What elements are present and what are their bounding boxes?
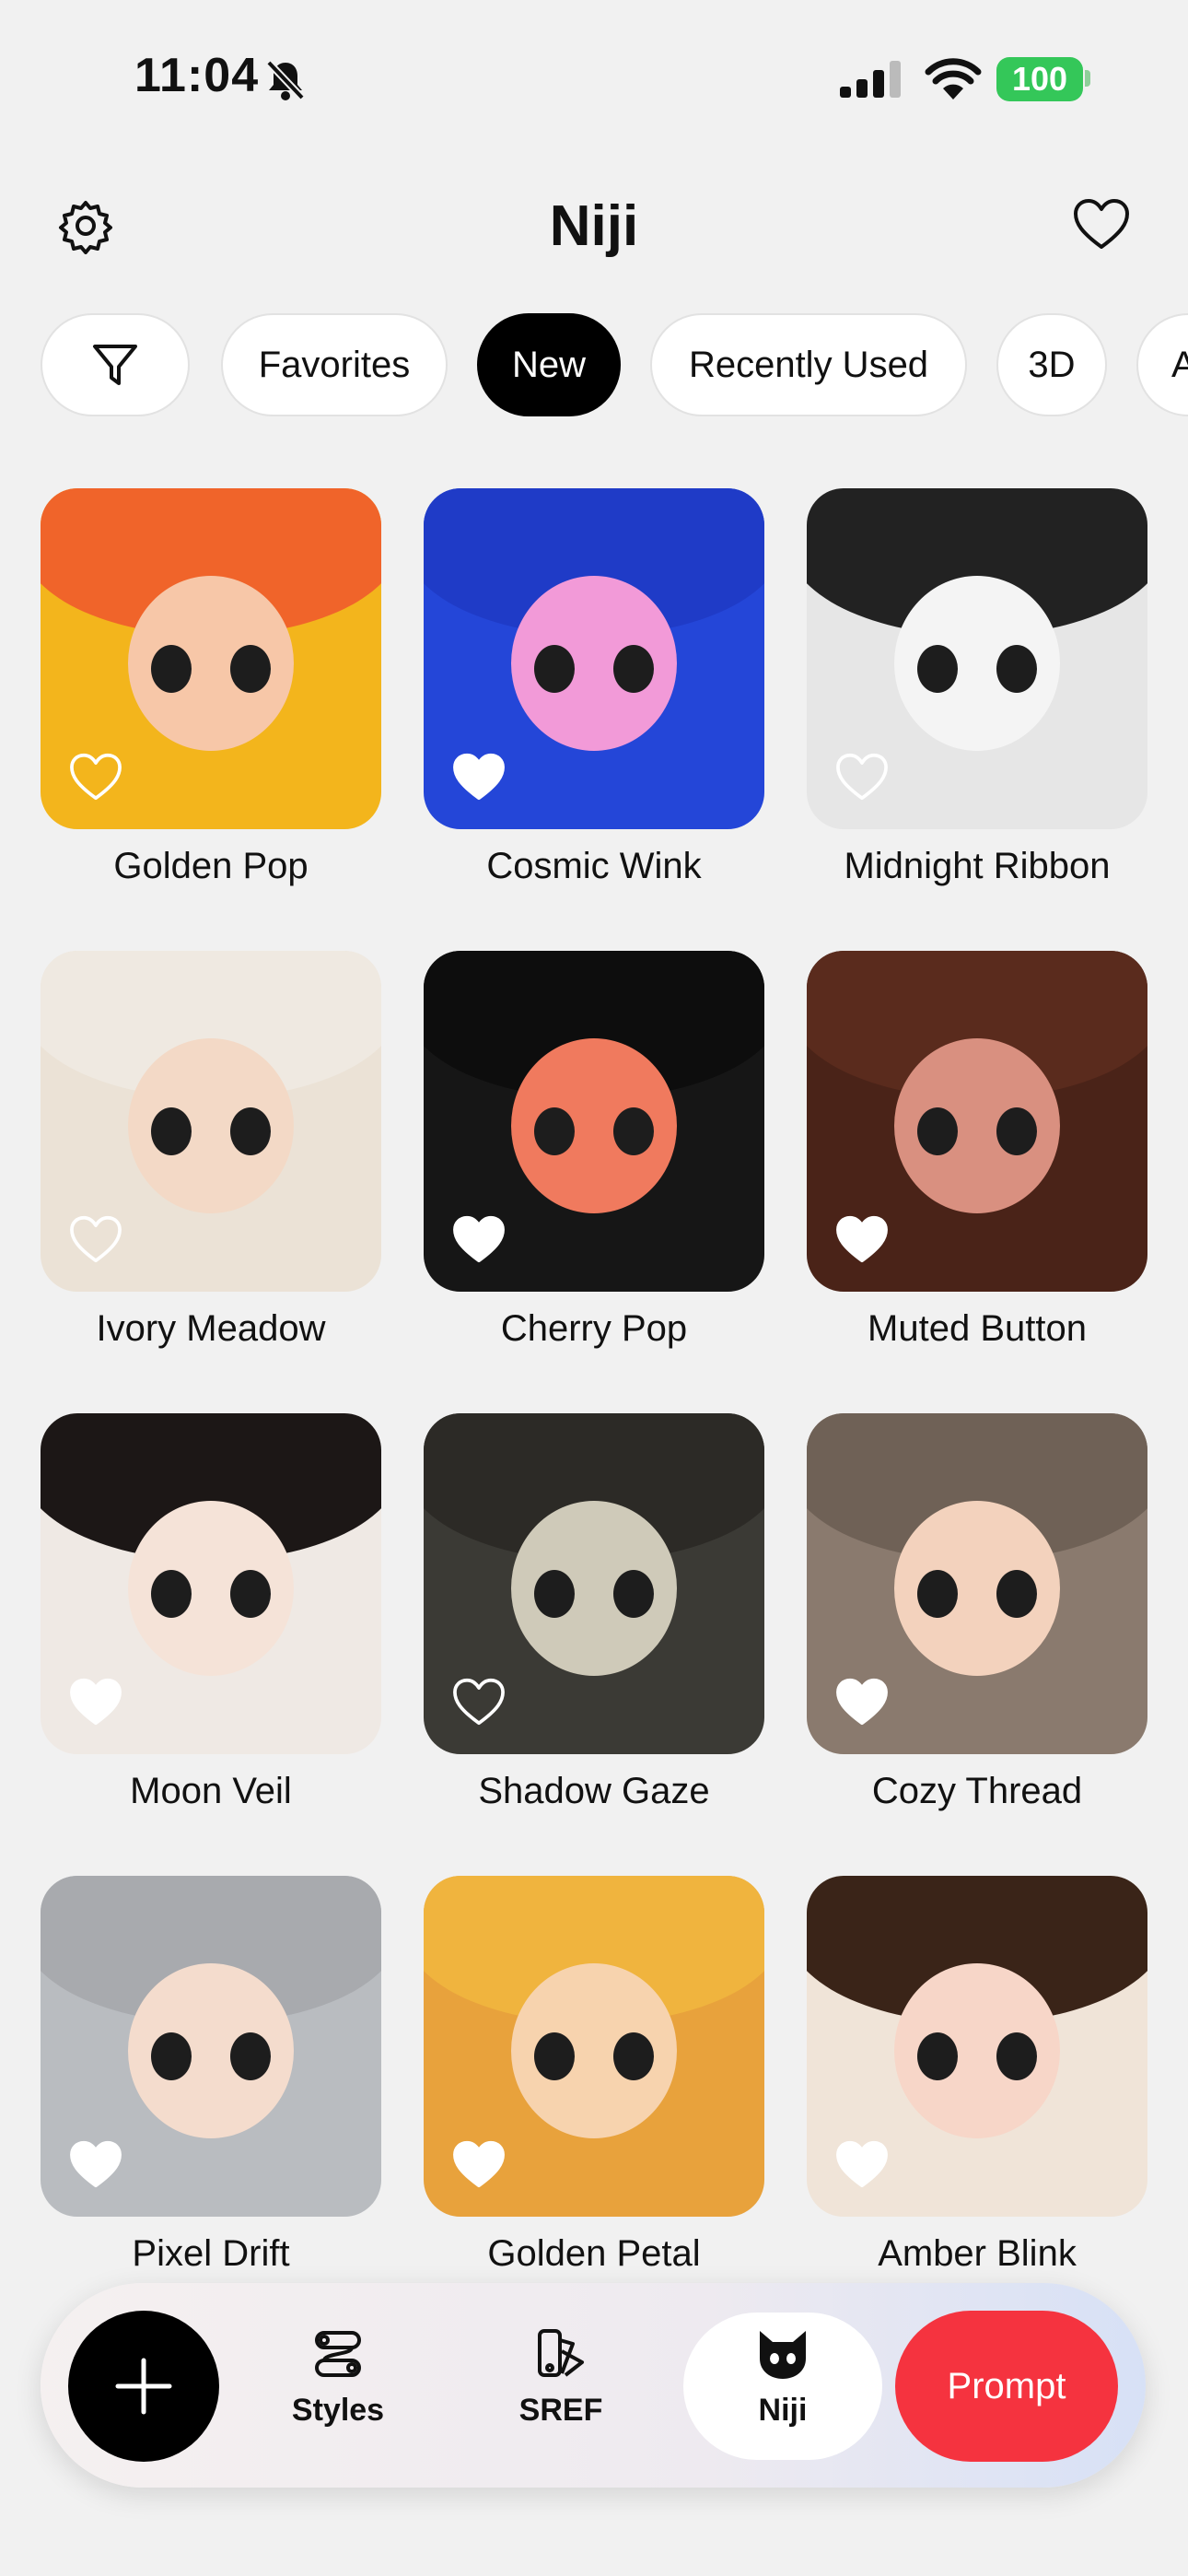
prompt-button[interactable]: Prompt [895, 2311, 1118, 2462]
page-title: Niji [549, 194, 639, 258]
thumbnail-eye [151, 645, 192, 693]
style-name: Cozy Thread [871, 1771, 1083, 1811]
nav-sref[interactable]: SREF [483, 2327, 639, 2429]
thumbnail-eye [230, 1570, 271, 1618]
favorite-heart-icon[interactable] [451, 2139, 507, 2189]
favorite-heart-icon[interactable] [834, 1677, 890, 1727]
favorites-heart-icon[interactable] [1072, 197, 1131, 251]
thumbnail-eye [917, 1570, 958, 1618]
style-thumbnail [424, 1876, 764, 2217]
favorite-heart-icon[interactable] [834, 752, 890, 802]
style-name: Muted Button [868, 1308, 1087, 1349]
favorite-heart-icon[interactable] [451, 752, 507, 802]
favorite-heart-icon[interactable] [68, 2139, 123, 2189]
thumbnail-eye [230, 1107, 271, 1155]
style-thumbnail [807, 1876, 1147, 2217]
thumbnail-eye [230, 645, 271, 693]
style-thumbnail [424, 951, 764, 1292]
sref-icon [538, 2329, 584, 2377]
thumbnail-eye [917, 1107, 958, 1155]
status-bar: 11:04 100 [0, 0, 1188, 157]
battery-indicator: 100 [996, 57, 1083, 101]
style-name: Shadow Gaze [478, 1771, 710, 1811]
style-name: Golden Pop [113, 846, 309, 886]
thumbnail-eye [613, 1570, 654, 1618]
style-name: Pixel Drift [132, 2233, 290, 2274]
style-thumbnail [424, 1413, 764, 1754]
style-name: Moon Veil [130, 1771, 292, 1811]
thumbnail-eye [151, 1107, 192, 1155]
style-name: Cosmic Wink [486, 846, 702, 886]
favorite-heart-icon[interactable] [68, 1214, 123, 1264]
favorite-heart-icon[interactable] [68, 752, 123, 802]
bell-muted-icon [266, 60, 305, 100]
favorite-heart-icon[interactable] [834, 1214, 890, 1264]
style-thumbnail [41, 488, 381, 829]
chip-favorites[interactable]: Favorites [221, 313, 448, 416]
styles-icon [315, 2331, 361, 2377]
thumbnail-eye [534, 2032, 575, 2080]
thumbnail-eye [534, 645, 575, 693]
thumbnail-eye [151, 1570, 192, 1618]
filter-chip[interactable] [41, 313, 190, 416]
style-name: Ivory Meadow [96, 1308, 326, 1349]
style-thumbnail [807, 488, 1147, 829]
thumbnail-eye [613, 1107, 654, 1155]
thumbnail-eye [613, 2032, 654, 2080]
filter-icon [93, 345, 137, 385]
bottom-nav: Styles SREF Niji Prompt [41, 2283, 1146, 2488]
battery-tip [1085, 70, 1090, 87]
thumbnail-eye [996, 1570, 1037, 1618]
favorite-heart-icon[interactable] [451, 1214, 507, 1264]
thumbnail-eye [613, 645, 654, 693]
style-thumbnail [807, 1413, 1147, 1754]
cat-icon [760, 2331, 806, 2379]
signal-icon [840, 61, 901, 98]
nav-styles[interactable]: Styles [260, 2327, 416, 2429]
thumbnail-eye [534, 1570, 575, 1618]
style-name: Midnight Ribbon [844, 846, 1111, 886]
favorite-heart-icon[interactable] [834, 2139, 890, 2189]
chip-new[interactable]: New [477, 313, 621, 416]
style-thumbnail [807, 951, 1147, 1292]
style-thumbnail [41, 1413, 381, 1754]
status-time: 11:04 [134, 49, 260, 102]
nav-sref-label: SREF [518, 2393, 603, 2428]
favorite-heart-icon[interactable] [451, 1677, 507, 1727]
favorite-heart-icon[interactable] [68, 1677, 123, 1727]
add-button[interactable] [68, 2311, 219, 2462]
thumbnail-eye [917, 2032, 958, 2080]
thumbnail-eye [917, 645, 958, 693]
chip-recently-used[interactable]: Recently Used [650, 313, 967, 416]
header: Niji [0, 184, 1188, 267]
style-name: Amber Blink [878, 2233, 1077, 2274]
thumbnail-eye [996, 2032, 1037, 2080]
chip-partial[interactable]: A [1136, 313, 1188, 416]
thumbnail-eye [534, 1107, 575, 1155]
thumbnail-eye [151, 2032, 192, 2080]
thumbnail-eye [996, 1107, 1037, 1155]
filter-chips: Favorites New Recently Used 3D A [0, 313, 1188, 424]
style-thumbnail [424, 488, 764, 829]
nav-niji-label: Niji [758, 2393, 808, 2428]
style-name: Cherry Pop [500, 1308, 688, 1349]
plus-icon [115, 2358, 172, 2415]
chip-3d[interactable]: 3D [996, 313, 1107, 416]
thumbnail-eye [230, 2032, 271, 2080]
nav-niji[interactable]: Niji [683, 2313, 882, 2460]
style-name: Golden Petal [487, 2233, 701, 2274]
nav-styles-label: Styles [291, 2393, 385, 2428]
wifi-icon [925, 58, 982, 100]
style-thumbnail [41, 1876, 381, 2217]
style-thumbnail [41, 951, 381, 1292]
thumbnail-eye [996, 645, 1037, 693]
